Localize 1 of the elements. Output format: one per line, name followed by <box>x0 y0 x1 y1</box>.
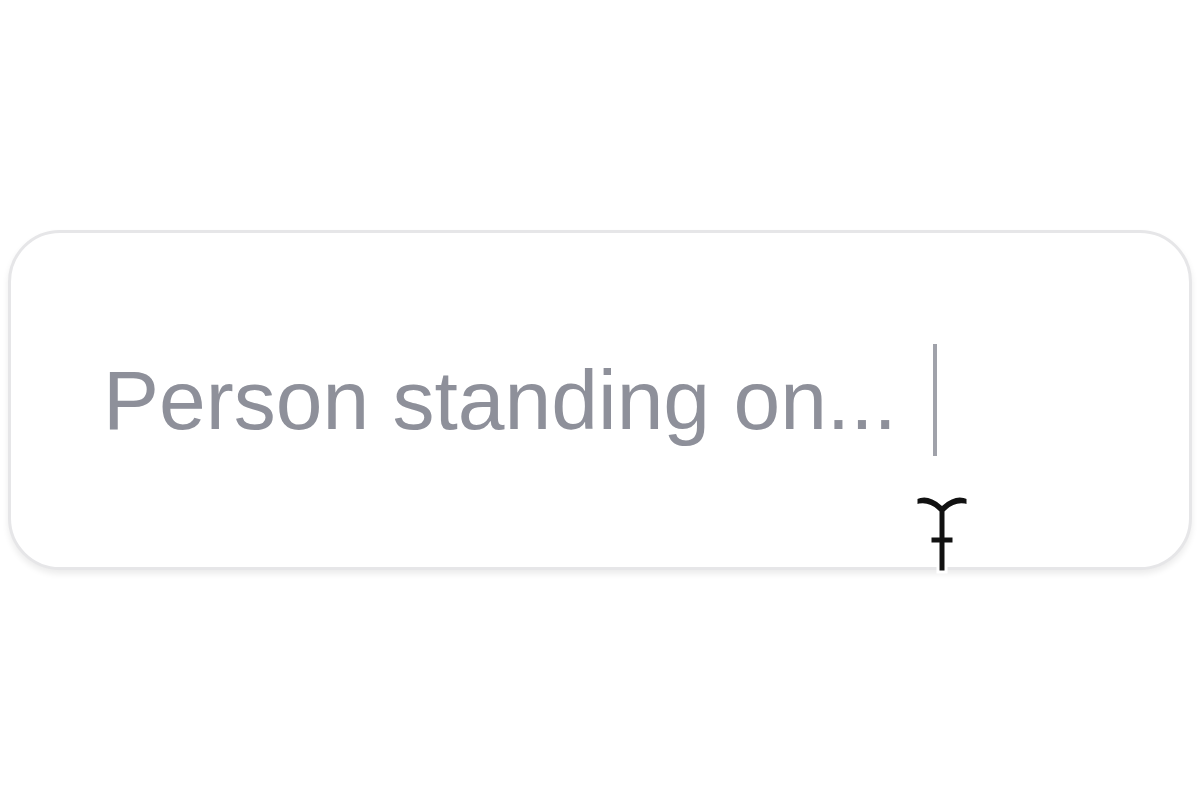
search-field[interactable]: Person standing on... <box>8 230 1192 570</box>
